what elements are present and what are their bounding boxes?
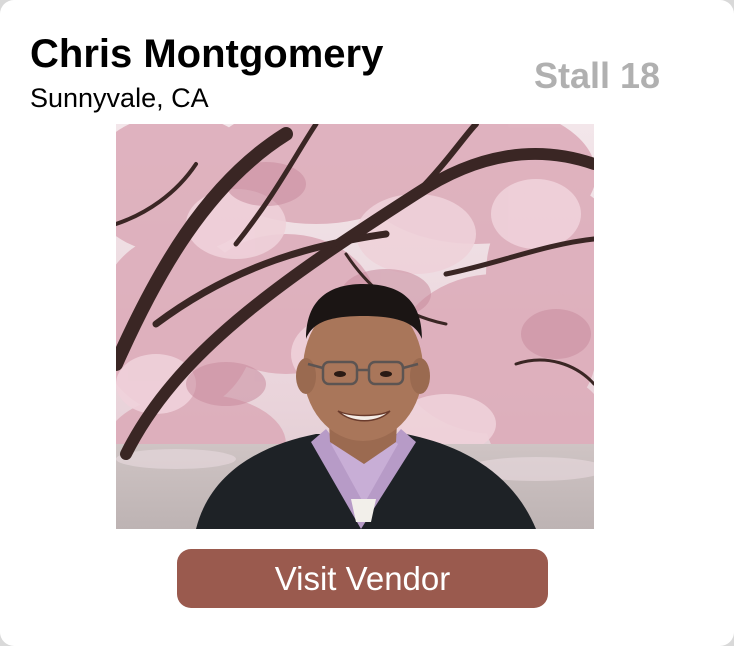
- stall-number: Stall 18: [534, 55, 661, 96]
- vendor-name: Chris Montgomery: [30, 32, 384, 76]
- vendor-location: Sunnyvale, CA: [30, 83, 209, 113]
- vendor-card: Chris Montgomery Sunnyvale, CA Stall 18: [0, 0, 734, 646]
- vendor-photo: [116, 124, 594, 529]
- visit-vendor-button[interactable]: Visit Vendor: [177, 549, 548, 608]
